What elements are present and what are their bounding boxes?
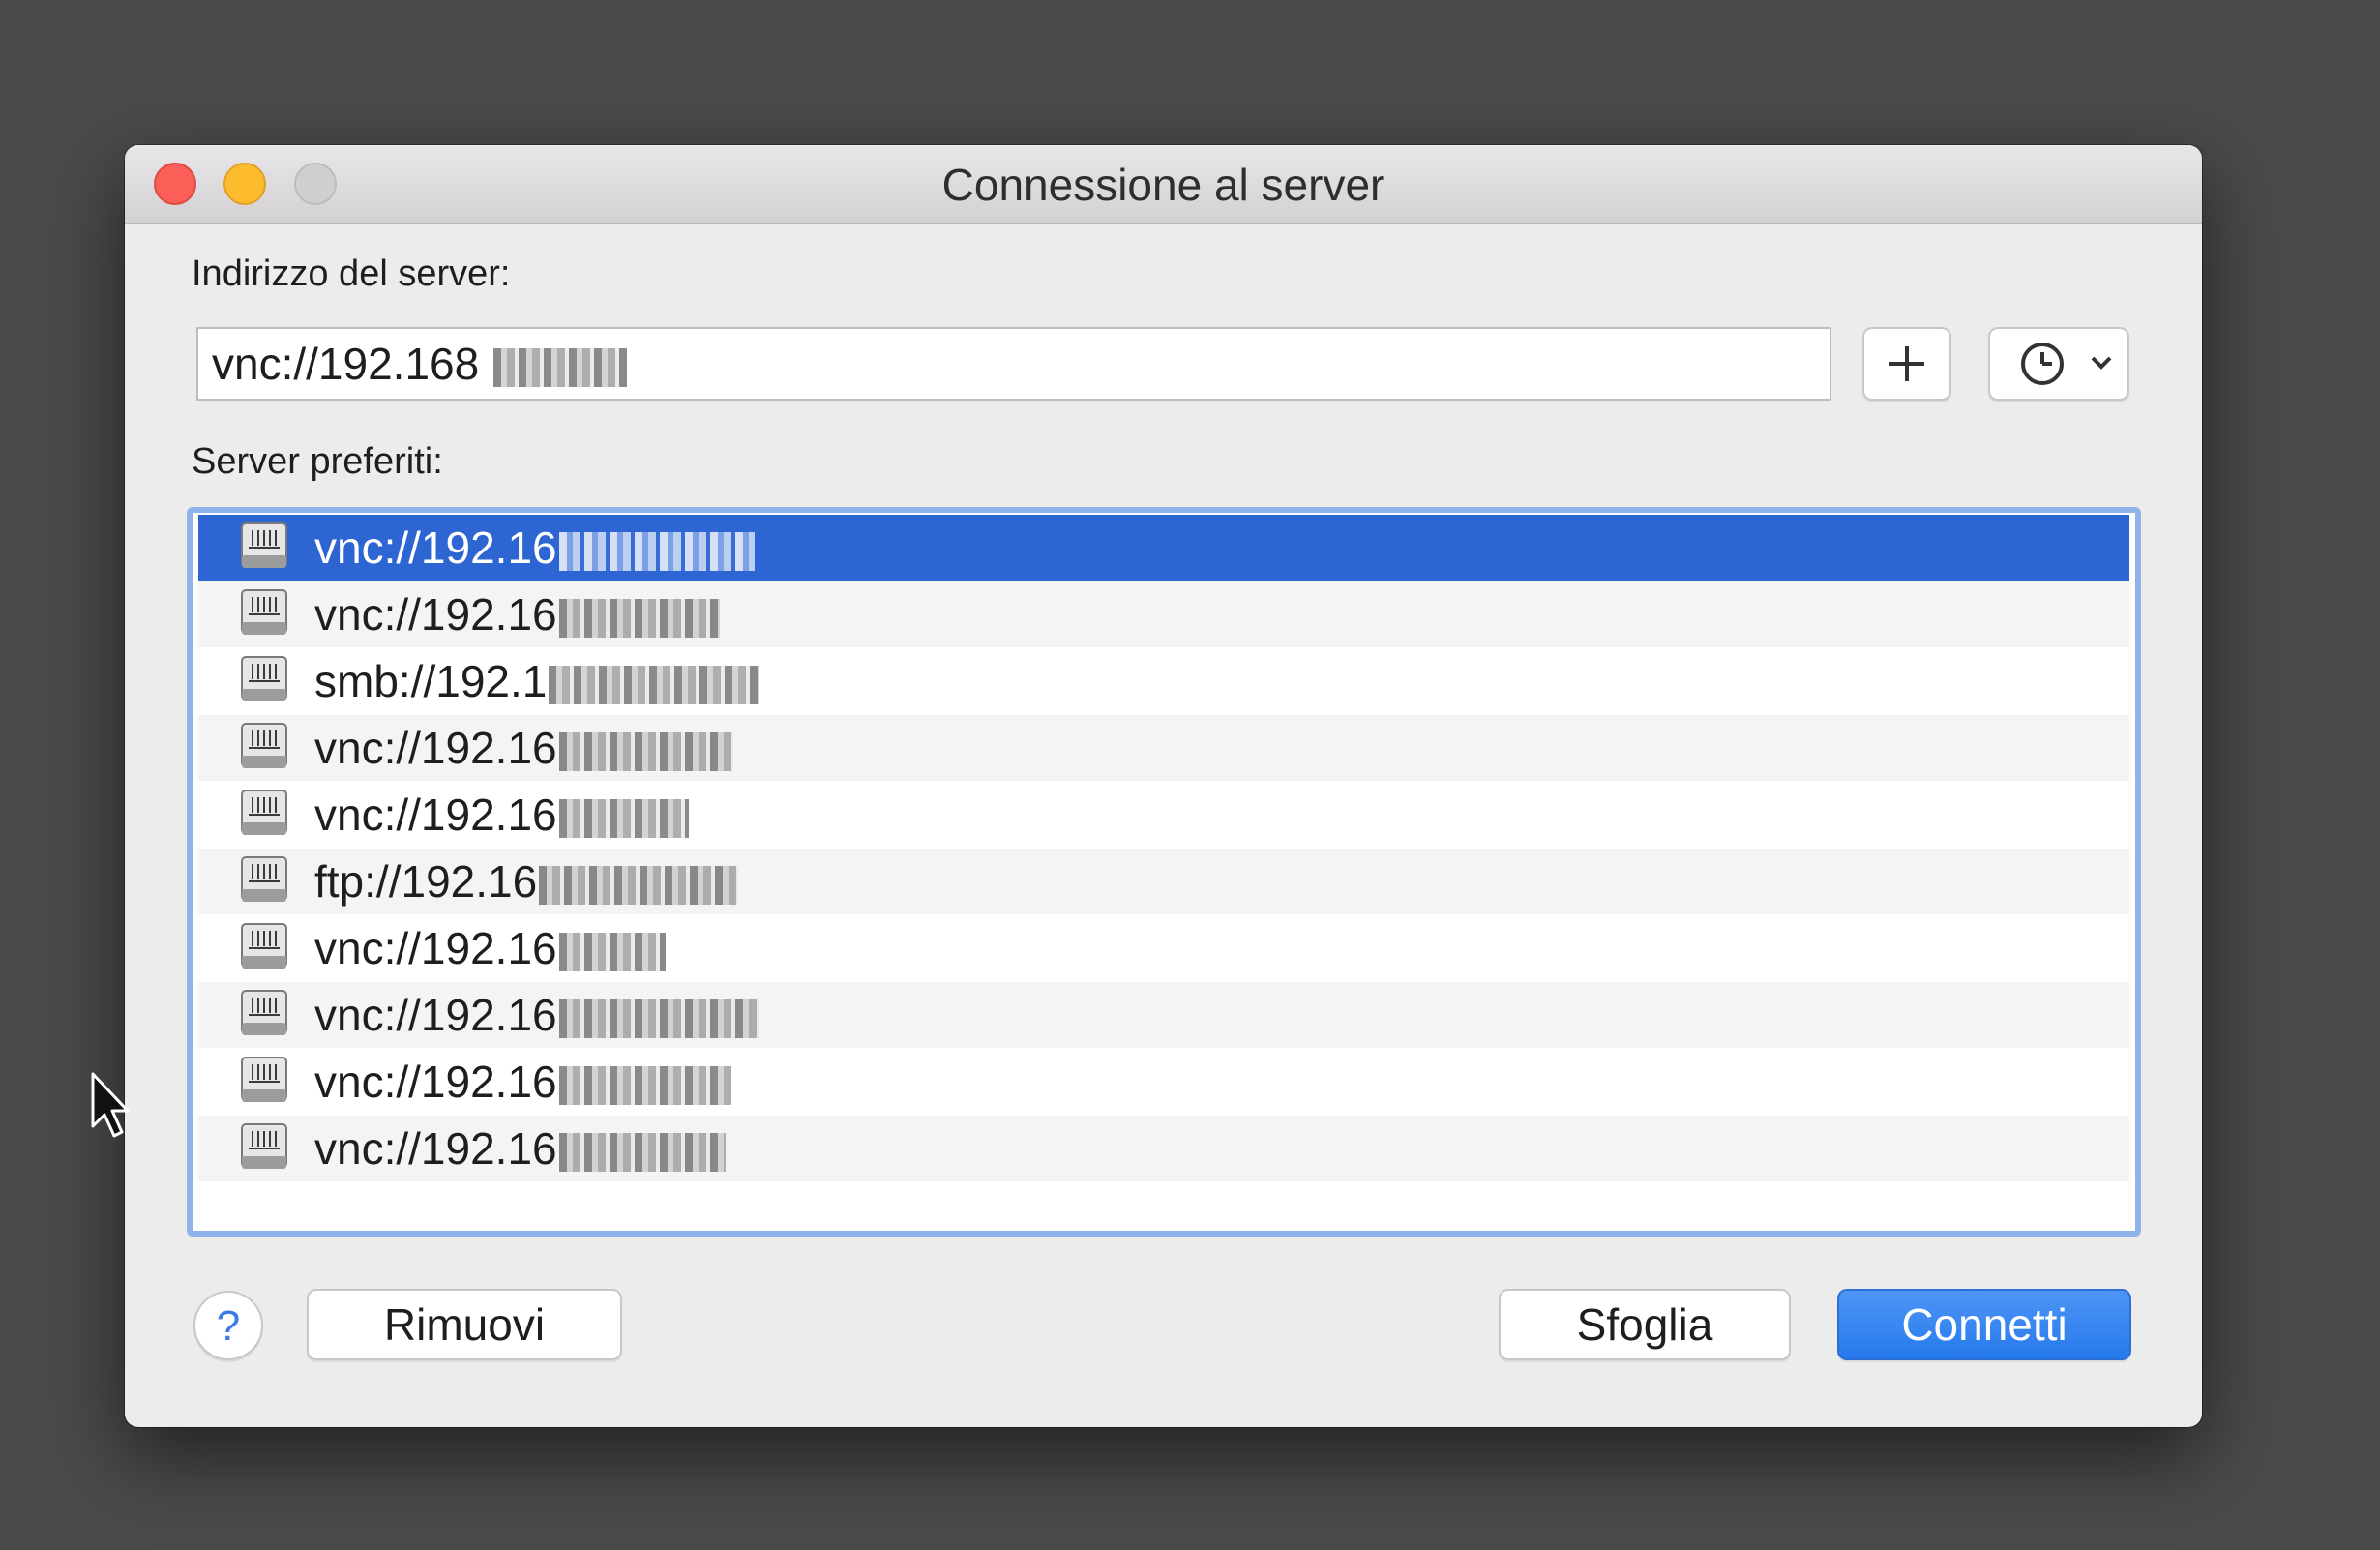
- server-url: vnc://192.16: [314, 522, 557, 573]
- favorite-server-row[interactable]: vnc://192.16: [198, 581, 2129, 647]
- redacted-text: [558, 1065, 731, 1105]
- server-url: vnc://192.16: [314, 589, 557, 640]
- recent-servers-button[interactable]: [1988, 327, 2129, 401]
- redacted-text: [558, 1132, 726, 1172]
- server-address-value: vnc://192.168: [212, 339, 480, 389]
- server-icon: [241, 656, 287, 701]
- server-url: vnc://192.16: [314, 1123, 557, 1174]
- favorite-server-row[interactable]: vnc://192.16: [198, 1049, 2129, 1115]
- server-icon: [241, 990, 287, 1035]
- server-url: vnc://192.16: [314, 1057, 557, 1107]
- server-url: ftp://192.16: [314, 856, 538, 907]
- server-url: vnc://192.16: [314, 790, 557, 840]
- server-url: vnc://192.16: [314, 923, 557, 973]
- favorite-server-row[interactable]: vnc://192.16: [198, 782, 2129, 848]
- redacted-text: [492, 347, 627, 387]
- server-url: vnc://192.16: [314, 990, 557, 1040]
- favorite-server-row[interactable]: ftp://192.16: [198, 849, 2129, 914]
- server-icon: [241, 522, 287, 568]
- browse-button[interactable]: Sfoglia: [1499, 1289, 1791, 1360]
- server-icon: [241, 1123, 287, 1169]
- favorite-server-row[interactable]: vnc://192.16: [198, 1116, 2129, 1181]
- redacted-text: [558, 798, 689, 838]
- connect-to-server-window: Connessione al server Indirizzo del serv…: [125, 145, 2202, 1427]
- server-url: vnc://192.16: [314, 723, 557, 773]
- redacted-text: [558, 531, 755, 571]
- favorite-server-row[interactable]: vnc://192.16: [198, 715, 2129, 781]
- title-bar[interactable]: Connessione al server: [125, 145, 2202, 224]
- server-icon: [241, 856, 287, 902]
- redacted-text: [558, 731, 733, 771]
- favorite-server-row[interactable]: vnc://192.16: [198, 982, 2129, 1048]
- server-address-input[interactable]: vnc://192.168: [196, 327, 1831, 401]
- favorite-server-row[interactable]: vnc://192.16: [198, 515, 2129, 581]
- help-button[interactable]: ?: [193, 1291, 263, 1360]
- favorite-server-row[interactable]: smb://192.1: [198, 648, 2129, 714]
- server-address-label: Indirizzo del server:: [192, 253, 511, 294]
- clock-icon: [2021, 343, 2064, 385]
- server-icon: [241, 723, 287, 768]
- server-url: smb://192.1: [314, 656, 548, 706]
- connect-button[interactable]: Connetti: [1837, 1289, 2131, 1360]
- add-favorite-button[interactable]: [1862, 327, 1951, 401]
- redacted-text: [558, 932, 666, 971]
- server-icon: [241, 1057, 287, 1102]
- window-title: Connessione al server: [941, 160, 1385, 210]
- server-icon: [241, 923, 287, 969]
- favorite-server-row[interactable]: vnc://192.16: [198, 915, 2129, 981]
- server-icon: [241, 790, 287, 835]
- favorite-servers-label: Server preferiti:: [192, 441, 443, 482]
- redacted-text: [539, 865, 739, 905]
- redacted-text: [558, 999, 759, 1038]
- chevron-down-icon: [2091, 356, 2112, 370]
- favorite-servers-list[interactable]: vnc://192.16 vnc://192.16 smb://192.1 vn…: [187, 507, 2141, 1237]
- server-icon: [241, 589, 287, 635]
- mouse-pointer-icon: [91, 1072, 130, 1138]
- redacted-text: [558, 598, 720, 638]
- redacted-text: [549, 665, 760, 704]
- plus-icon: [1889, 346, 1924, 381]
- remove-button[interactable]: Rimuovi: [307, 1289, 622, 1360]
